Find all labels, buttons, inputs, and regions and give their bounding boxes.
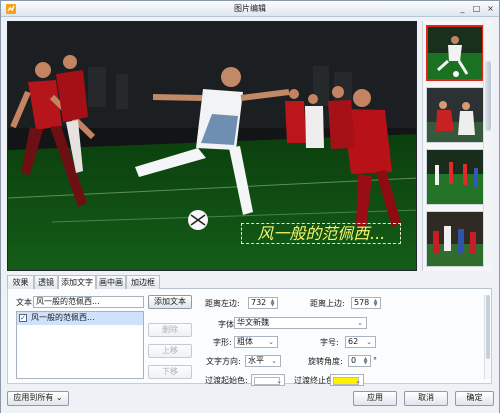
chevron-down-icon: ⌄ xyxy=(55,393,63,402)
thumbnail-image xyxy=(427,88,483,142)
font-style-select[interactable]: 粗体 ⌄ xyxy=(234,336,278,348)
left-distance-field[interactable]: 732 ▲ ▼ xyxy=(248,297,278,309)
rotation-angle-value: 0 xyxy=(351,356,357,365)
thumbnail-item[interactable] xyxy=(426,211,484,267)
thumbnail-item[interactable] xyxy=(426,25,484,81)
font-size-value: 62 xyxy=(348,337,359,346)
move-up-button[interactable]: 上移 xyxy=(148,344,192,358)
thumbnail-scroll-thumb[interactable] xyxy=(485,61,491,131)
add-text-button[interactable]: 添加文本 xyxy=(148,295,192,309)
chevron-down-icon: ⌄ xyxy=(366,338,372,346)
delete-button[interactable]: 删除 xyxy=(148,323,192,337)
list-item-label: 风一般的范佩西... xyxy=(31,313,95,322)
image-preview[interactable]: 风一般的范佩西... xyxy=(7,21,417,271)
text-item-checkbox[interactable]: ✓ xyxy=(19,314,27,322)
chevron-down-icon: ⌄ xyxy=(276,377,282,385)
thumbnail-strip xyxy=(422,21,492,271)
app-icon xyxy=(6,4,16,14)
text-direction-select[interactable]: 水平 ⌄ xyxy=(245,355,281,367)
tab-picture-in-picture[interactable]: 画中画 xyxy=(96,275,126,289)
top-distance-value: 578 xyxy=(354,298,370,307)
move-down-button[interactable]: 下移 xyxy=(148,365,192,379)
edit-tabs: 效果 透镜 添加文字 画中画 加边框 xyxy=(7,275,492,290)
gradient-start-color-picker[interactable]: ⌄ xyxy=(251,374,285,386)
gradient-start-label: 过渡起始色: xyxy=(205,376,248,385)
apply-to-all-button[interactable]: 应用到所有 ⌄ xyxy=(7,391,69,406)
font-size-select[interactable]: 62 ⌄ xyxy=(345,336,376,348)
tab-add-border[interactable]: 加边框 xyxy=(126,275,160,289)
tab-add-text[interactable]: 添加文字 xyxy=(58,275,96,290)
spinner-icon[interactable]: ▲ ▼ xyxy=(269,299,276,308)
rotation-angle-field[interactable]: 0 ▲ ▼ xyxy=(348,355,371,367)
thumbnail-item[interactable] xyxy=(426,149,484,205)
panel-scrollbar[interactable] xyxy=(484,295,490,379)
top-distance-label: 距离上边: xyxy=(310,299,345,308)
tab-effects[interactable]: 效果 xyxy=(7,275,34,289)
apply-to-all-label: 应用到所有 xyxy=(13,393,54,402)
cancel-button[interactable]: 取消 xyxy=(404,391,448,406)
rotation-angle-label: 旋转角度: xyxy=(308,357,343,366)
chevron-down-icon: ⌄ xyxy=(271,357,277,365)
degree-unit: ° xyxy=(373,356,377,365)
apply-button[interactable]: 应用 xyxy=(353,391,397,406)
font-select[interactable]: 华文新魏 ⌄ xyxy=(234,317,367,329)
font-style-value: 粗体 xyxy=(237,337,253,346)
maximize-icon[interactable]: □ xyxy=(470,4,483,14)
font-value: 华文新魏 xyxy=(237,318,269,327)
thumbnail-image xyxy=(427,212,483,266)
thumbnail-item[interactable] xyxy=(426,87,484,143)
top-distance-field[interactable]: 578 ▲ ▼ xyxy=(351,297,381,309)
thumbnail-image xyxy=(427,150,483,204)
dialog-footer: 应用到所有 ⌄ 应用 取消 确定 xyxy=(1,388,499,413)
window-title: 图片编辑 xyxy=(234,4,266,13)
font-style-label: 字形: xyxy=(213,338,232,347)
list-item[interactable]: ✓ 风一般的范佩西... xyxy=(17,312,143,325)
close-icon[interactable]: × xyxy=(484,4,497,14)
text-direction-value: 水平 xyxy=(248,356,264,365)
left-distance-label: 距离左边: xyxy=(205,299,240,308)
window-titlebar: 图片编辑 _ □ × xyxy=(1,1,499,17)
spinner-icon[interactable]: ▲ ▼ xyxy=(362,357,369,366)
text-input[interactable]: 风一般的范佩西... xyxy=(33,296,144,308)
chevron-down-icon: ⌄ xyxy=(268,338,274,346)
gradient-end-color-picker[interactable]: ⌄ xyxy=(330,374,364,386)
font-size-label: 字号: xyxy=(320,338,339,347)
text-overlay-caption[interactable]: 风一般的范佩西... xyxy=(241,223,401,244)
spinner-icon[interactable]: ▲ ▼ xyxy=(372,299,379,308)
minimize-icon[interactable]: _ xyxy=(456,4,469,14)
tab-lens[interactable]: 透镜 xyxy=(34,275,58,289)
thumbnail-image xyxy=(428,27,482,79)
ok-button[interactable]: 确定 xyxy=(455,391,494,406)
thumbnail-scrollbar[interactable] xyxy=(483,23,491,265)
image-edit-window: 图片编辑 _ □ × 风一般的范佩西... 效果 透镜 添加文字 画中画 加边框… xyxy=(0,0,500,413)
text-label: 文本: xyxy=(16,298,35,307)
chevron-down-icon: ⌄ xyxy=(357,319,363,327)
left-distance-value: 732 xyxy=(251,298,267,307)
text-list[interactable]: ✓ 风一般的范佩西... xyxy=(16,311,144,379)
chevron-down-icon: ⌄ xyxy=(355,377,361,385)
panel-scroll-thumb[interactable] xyxy=(486,295,490,359)
text-direction-label: 文字方向: xyxy=(206,357,241,366)
add-text-panel: 文本: 风一般的范佩西... 添加文本 ✓ 风一般的范佩西... 删除 上移 下… xyxy=(7,289,492,386)
